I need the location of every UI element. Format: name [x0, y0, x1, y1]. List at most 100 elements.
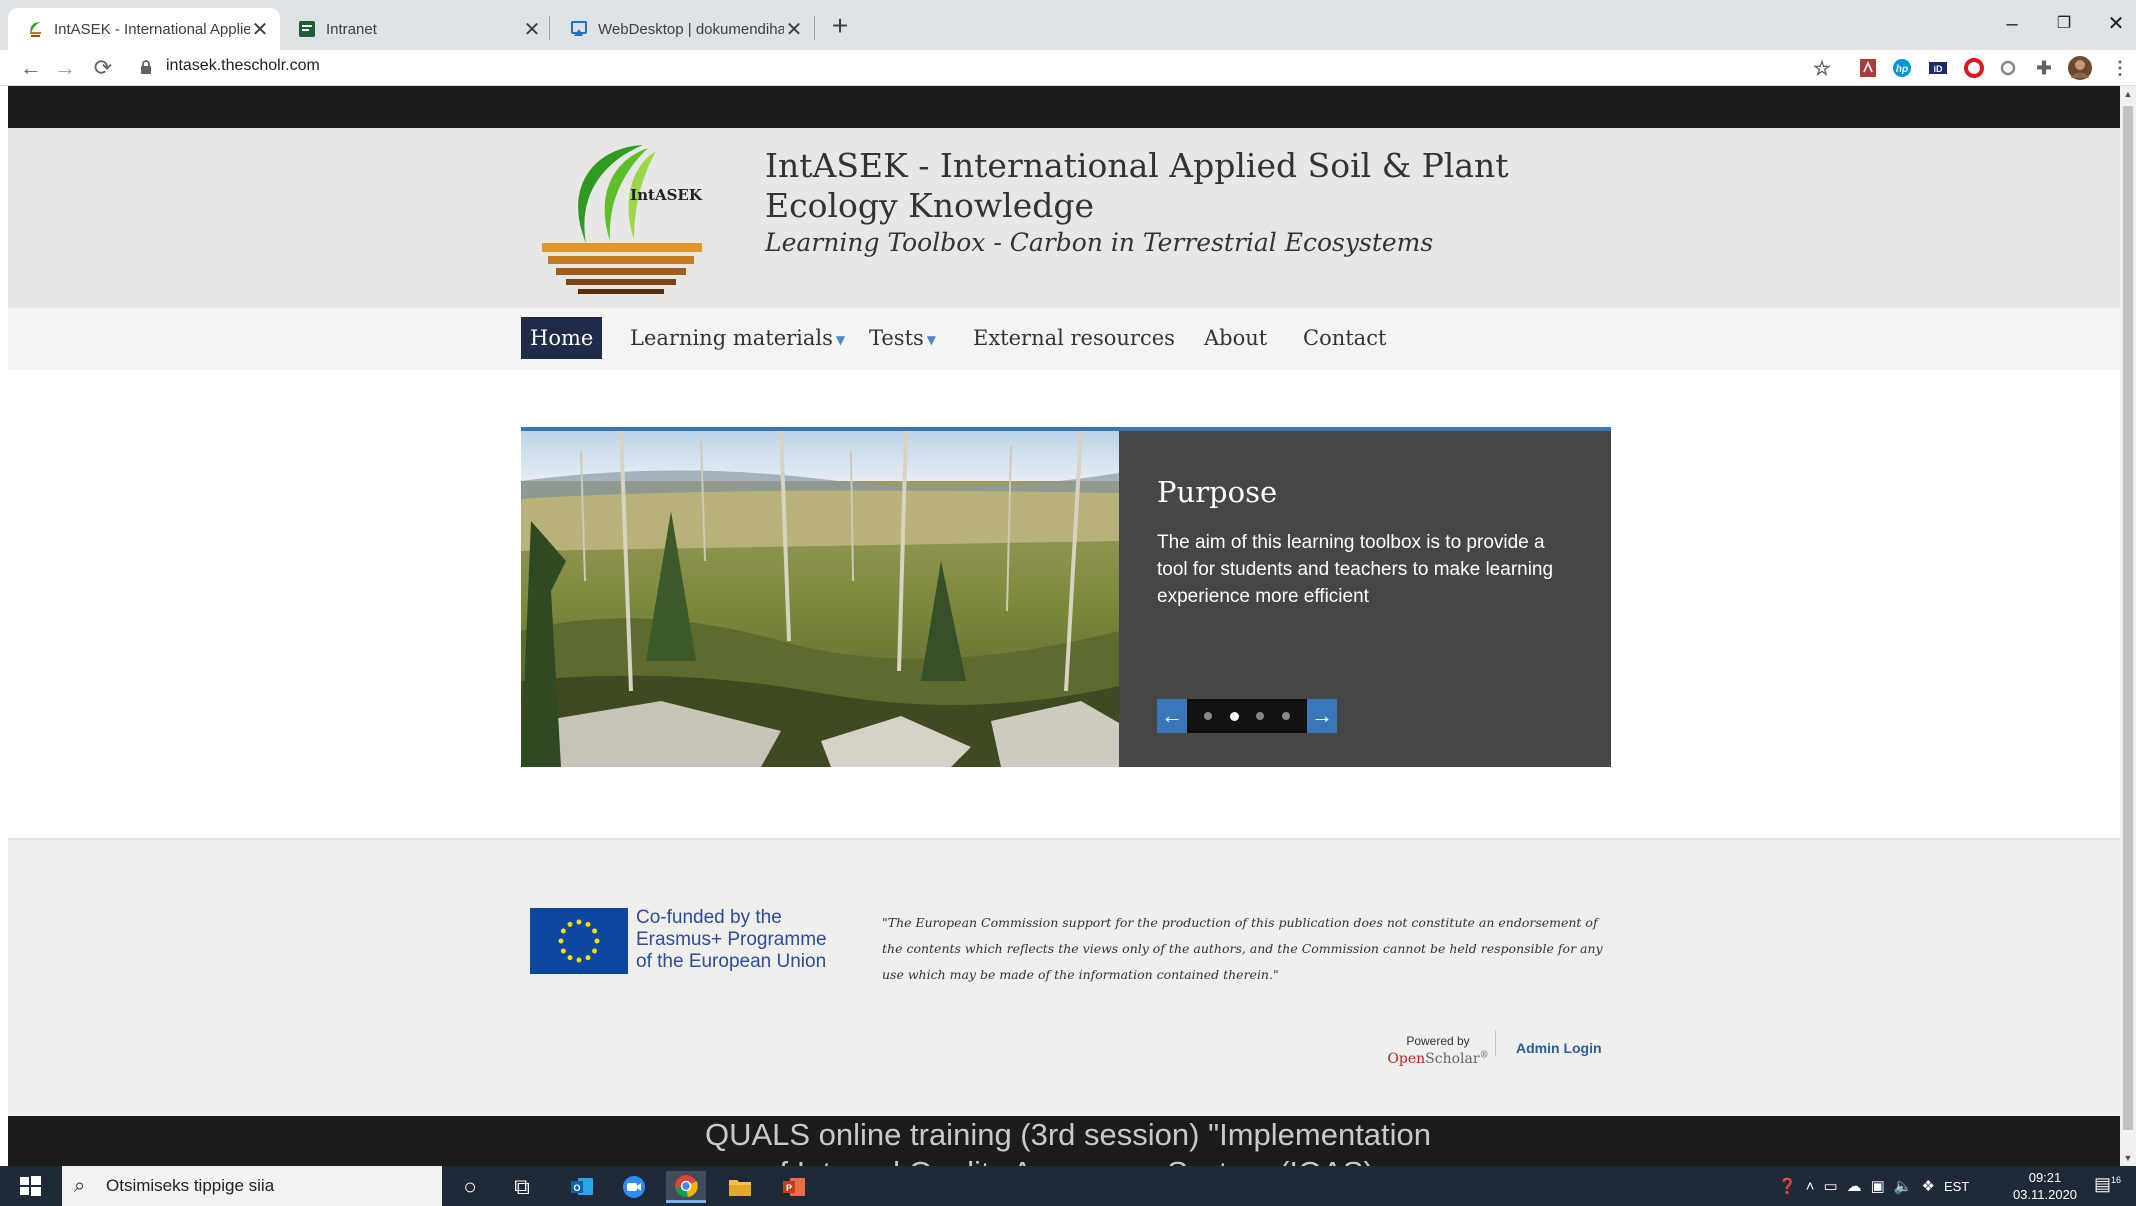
forward-arrow-icon[interactable]: → — [50, 53, 80, 83]
dropdown-caret-icon: ▼ — [926, 332, 937, 347]
slide-image[interactable] — [521, 431, 1119, 767]
eu-disclaimer: "The European Commission support for the… — [882, 915, 1603, 982]
zoom-icon[interactable] — [614, 1171, 654, 1203]
dropdown-caret-icon: ▼ — [835, 332, 846, 347]
intasek-logo[interactable]: IntASEK — [538, 143, 708, 303]
profile-avatar[interactable] — [2068, 56, 2092, 80]
outlook-icon[interactable]: O — [562, 1171, 602, 1203]
menu-item-about[interactable]: About — [1195, 317, 1276, 359]
minimize-button[interactable]: – — [1982, 8, 2042, 40]
taskbar-clock[interactable]: 09:21 03.11.2020 — [2002, 1169, 2088, 1203]
svg-text:IntASEK: IntASEK — [630, 186, 703, 204]
id-extension-icon[interactable]: iD — [1926, 56, 1950, 80]
task-view-icon[interactable]: ⧉ — [502, 1171, 542, 1203]
site-header: IntASEK IntASEK - International Applied … — [8, 128, 2120, 308]
svg-text:P: P — [786, 1183, 792, 1193]
slide-title[interactable]: Purpose — [1157, 475, 1277, 509]
browser-tab-strip: IntASEK - International Applied S ✕ Intr… — [0, 0, 2136, 50]
onedrive-cloud-icon[interactable]: ☁ — [1847, 1177, 1862, 1195]
slide-dot[interactable] — [1229, 711, 1239, 721]
svg-text:hp: hp — [1896, 64, 1908, 75]
bookmark-star-icon[interactable]: ☆ — [1810, 56, 1834, 80]
intasek-favicon-icon — [30, 22, 41, 37]
menu-item-home[interactable]: Home — [521, 317, 603, 359]
notification-center-icon[interactable]: ▤16 — [2094, 1174, 2122, 1198]
menu-item-tests[interactable]: Tests ▼ — [860, 317, 945, 359]
search-icon: ⌕ — [74, 1175, 86, 1197]
close-tab-icon[interactable]: ✕ — [522, 17, 542, 42]
back-arrow-icon[interactable]: ← — [16, 53, 46, 83]
page-viewport: IntASEK IntASEK - International Applied … — [8, 86, 2120, 1166]
slide-pager — [1187, 699, 1307, 733]
menu-item-label: Contact — [1303, 326, 1387, 350]
reload-icon[interactable]: ⟳ — [88, 53, 118, 83]
circle-extension-icon[interactable] — [1996, 56, 2020, 80]
search-placeholder: Otsimiseks tippige siia — [106, 1176, 275, 1195]
menu-item-label: Tests — [869, 326, 924, 350]
clock-date: 03.11.2020 — [2012, 1187, 2078, 1202]
powered-by-openscholar[interactable]: Powered by OpenScholar® — [1383, 1034, 1493, 1066]
close-window-button[interactable]: ✕ — [2086, 8, 2136, 40]
main-menu: Home Learning materials ▼ Tests ▼ External… — [8, 308, 2120, 370]
webdesktop-favicon-icon — [571, 21, 587, 36]
battery-icon[interactable]: ▭ — [1823, 1177, 1837, 1195]
clock-time: 09:21 — [2028, 1170, 2062, 1185]
extensions-puzzle-icon[interactable]: ✚ — [2032, 56, 2056, 80]
address-bar[interactable]: intasek.thescholr.com — [166, 57, 320, 75]
lock-icon — [141, 60, 151, 74]
tab-title: IntASEK - International Applied S — [54, 20, 250, 38]
chevron-up-icon[interactable]: ˄ — [1806, 1178, 1815, 1195]
site-title[interactable]: IntASEK - International Applied Soil & P… — [765, 146, 1565, 226]
dropbox-icon[interactable]: ❖ — [1922, 1177, 1935, 1195]
menu-item-external-resources[interactable]: External resources — [964, 317, 1184, 359]
page-scrollbar[interactable]: ▲ ▼ — [2120, 86, 2136, 1166]
slide-controls: ← → — [1157, 699, 1337, 733]
close-tab-icon[interactable]: ✕ — [250, 17, 270, 42]
cortana-icon[interactable]: ○ — [450, 1171, 490, 1203]
scrollbar-thumb[interactable] — [2123, 106, 2133, 1130]
menu-item-label: About — [1204, 326, 1268, 350]
file-explorer-icon[interactable] — [720, 1171, 760, 1203]
browser-menu-icon[interactable]: ⋮ — [2108, 56, 2132, 80]
slide-dot[interactable] — [1282, 712, 1291, 720]
previous-slide-arrow-icon[interactable]: ← — [1157, 699, 1187, 733]
hp-extension-icon[interactable]: hp — [1890, 56, 1914, 80]
system-tray: ❓ ˄ ▭ ☁ ▣ 🔈 ❖ EST — [1778, 1166, 1978, 1206]
slide-dot[interactable] — [1256, 712, 1265, 720]
new-tab-button[interactable]: + — [825, 12, 855, 42]
close-tab-icon[interactable]: ✕ — [784, 17, 804, 42]
taskbar-search-box[interactable]: ⌕ Otsimiseks tippige siia — [62, 1166, 442, 1206]
network-icon[interactable]: ▣ — [1871, 1177, 1885, 1195]
windows-start-icon[interactable] — [18, 1174, 42, 1198]
language-indicator[interactable]: EST — [1944, 1179, 1969, 1194]
browser-toolbar: ← → ⟳ intasek.thescholr.com ☆ hp iD ✚ ⋮ — [0, 50, 2136, 86]
notification-count: 16 — [2111, 1175, 2122, 1185]
slide-caption-panel: Purpose The aim of this learning toolbox… — [1119, 431, 1611, 767]
tab-intasek[interactable]: IntASEK - International Applied S ✕ — [8, 8, 280, 50]
tab-separator — [814, 16, 815, 40]
pdf-extension-icon[interactable] — [1856, 56, 1880, 80]
site-footer: Co-funded by the Erasmus+ Programme of t… — [8, 838, 2120, 1116]
intranet-favicon-icon — [299, 21, 315, 37]
site-slogan: Learning Toolbox - Carbon in Terrestrial… — [765, 228, 1434, 257]
chrome-icon[interactable] — [666, 1171, 706, 1203]
caption-line: QUALS online training (3rd session) "Imp… — [704, 1117, 1432, 1152]
menu-item-contact[interactable]: Contact — [1294, 317, 1395, 359]
help-icon[interactable]: ❓ — [1778, 1177, 1797, 1195]
tab-separator — [549, 16, 550, 40]
powerpoint-icon[interactable]: P — [774, 1171, 814, 1203]
volume-icon[interactable]: 🔈 — [1894, 1177, 1913, 1195]
menu-item-label: Home — [530, 326, 594, 350]
tab-title: Intranet — [326, 20, 377, 38]
menu-item-label: External resources — [973, 326, 1175, 350]
next-slide-arrow-icon[interactable]: → — [1307, 699, 1337, 733]
slide-dot[interactable] — [1203, 712, 1212, 720]
opera-extension-icon[interactable] — [1962, 56, 1986, 80]
menu-item-learning-materials[interactable]: Learning materials ▼ — [621, 317, 854, 359]
tab-intranet[interactable]: Intranet ✕ — [280, 8, 552, 50]
restore-button[interactable]: ❐ — [2034, 8, 2094, 40]
tab-webdesktop[interactable]: WebDesktop | dokumendihaldus ✕ — [552, 8, 814, 50]
scroll-up-arrow-icon[interactable]: ▲ — [2120, 86, 2136, 102]
slideshow: Purpose The aim of this learning toolbox… — [521, 427, 1611, 767]
admin-login-link[interactable]: Admin Login — [1516, 1040, 1602, 1056]
